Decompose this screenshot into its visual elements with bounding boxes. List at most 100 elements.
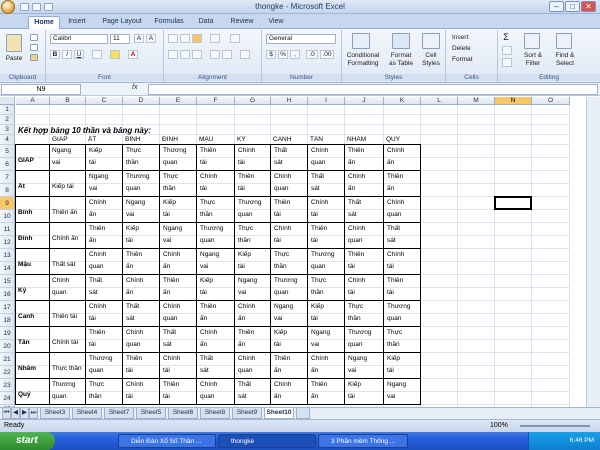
column-header[interactable]: H: [271, 97, 308, 105]
insert-cells-button[interactable]: Insert: [452, 34, 492, 41]
row-header[interactable]: 6: [0, 158, 15, 171]
increase-indent-icon[interactable]: [222, 50, 232, 59]
zoom-slider[interactable]: [520, 425, 590, 427]
tab-review[interactable]: Review: [226, 16, 258, 29]
column-header[interactable]: C: [86, 97, 123, 105]
fill-color-icon[interactable]: [110, 50, 120, 59]
row-header[interactable]: 19: [0, 327, 15, 340]
decrease-decimal-button[interactable]: .00: [320, 50, 334, 59]
column-header[interactable]: L: [421, 97, 458, 105]
sheet-tab[interactable]: Sheet3: [40, 408, 70, 419]
sheet-tab[interactable]: Sheet7: [104, 408, 134, 419]
align-left-icon[interactable]: [168, 50, 178, 59]
sheet-nav-button[interactable]: ⏭: [29, 408, 38, 419]
minimize-button[interactable]: –: [549, 1, 564, 12]
align-right-icon[interactable]: [192, 50, 202, 59]
row-header[interactable]: 12: [0, 236, 15, 249]
italic-button[interactable]: I: [62, 50, 72, 59]
formula-input[interactable]: [148, 84, 598, 95]
column-header[interactable]: E: [160, 97, 197, 105]
select-all-corner[interactable]: [0, 97, 15, 105]
column-header[interactable]: D: [123, 97, 160, 105]
number-format-select[interactable]: General: [266, 34, 336, 44]
format-as-table-label[interactable]: Format: [386, 52, 416, 59]
sheet-tab[interactable]: Sheet6: [168, 408, 198, 419]
cut-icon[interactable]: [30, 34, 38, 41]
row-header[interactable]: 14: [0, 262, 15, 275]
task-phan-mem[interactable]: 3 Phần mềm Thống ...: [318, 434, 408, 448]
row-header[interactable]: 7: [0, 171, 15, 184]
conditional-formatting-label[interactable]: Conditional: [344, 52, 382, 59]
borders-icon[interactable]: [92, 50, 102, 59]
tab-formulas[interactable]: Formulas: [150, 16, 188, 29]
row-header[interactable]: 9: [0, 197, 15, 210]
autosum-button[interactable]: Σ: [500, 33, 512, 42]
row-header[interactable]: 20: [0, 340, 15, 353]
row-header[interactable]: 11: [0, 223, 15, 236]
tab-insert[interactable]: Insert: [62, 16, 92, 29]
sheet-tab[interactable]: Sheet8: [200, 408, 230, 419]
row-header[interactable]: 22: [0, 366, 15, 379]
column-header[interactable]: M: [458, 97, 495, 105]
sheet-tab[interactable]: Sheet5: [136, 408, 166, 419]
conditional-formatting-icon[interactable]: [352, 33, 370, 49]
column-header[interactable]: F: [197, 97, 235, 105]
fx-icon[interactable]: fx: [132, 84, 137, 91]
task-thongke[interactable]: thongke: [218, 434, 316, 448]
cell-styles-icon[interactable]: [422, 33, 440, 49]
column-header[interactable]: A: [16, 97, 50, 105]
sheet-tab[interactable]: Sheet9: [232, 408, 262, 419]
row-header[interactable]: 13: [0, 249, 15, 262]
row-header[interactable]: 8: [0, 184, 15, 197]
vertical-scrollbar[interactable]: [586, 97, 600, 407]
start-button[interactable]: start: [0, 432, 55, 450]
cell-styles-label[interactable]: Cell: [418, 52, 444, 59]
currency-button[interactable]: $: [266, 50, 276, 59]
row-header[interactable]: 16: [0, 288, 15, 301]
name-box[interactable]: N9: [1, 84, 81, 95]
column-header[interactable]: J: [345, 97, 384, 105]
align-top-icon[interactable]: [168, 34, 178, 43]
merge-center-icon[interactable]: [240, 50, 250, 59]
format-painter-icon[interactable]: [30, 54, 38, 61]
zoom-level[interactable]: 100%: [490, 422, 508, 429]
column-header[interactable]: B: [50, 97, 86, 105]
row-header[interactable]: 18: [0, 314, 15, 327]
underline-button[interactable]: U: [74, 50, 84, 59]
tab-home[interactable]: Home: [28, 16, 60, 29]
sheet-tab[interactable]: Sheet10: [264, 408, 294, 419]
row-header[interactable]: 1: [0, 105, 15, 115]
delete-cells-button[interactable]: Delete: [452, 45, 492, 52]
comma-button[interactable]: ,: [290, 50, 300, 59]
align-center-icon[interactable]: [180, 50, 190, 59]
align-bottom-icon[interactable]: [192, 34, 202, 43]
font-color-button[interactable]: A: [128, 50, 138, 59]
sheet-nav-button[interactable]: ◀: [11, 408, 20, 419]
format-cells-button[interactable]: Format: [452, 56, 492, 63]
insert-sheet-icon[interactable]: [296, 408, 310, 419]
align-middle-icon[interactable]: [180, 34, 190, 43]
row-header[interactable]: 10: [0, 210, 15, 223]
tab-view[interactable]: View: [262, 16, 290, 29]
column-header[interactable]: K: [384, 97, 421, 105]
increase-decimal-button[interactable]: .0: [306, 50, 318, 59]
row-header[interactable]: 17: [0, 301, 15, 314]
grow-font-button[interactable]: A: [134, 34, 144, 43]
column-header[interactable]: O: [532, 97, 570, 105]
row-header[interactable]: 3: [0, 125, 15, 135]
paste-icon[interactable]: [6, 34, 22, 52]
row-header[interactable]: 5: [0, 145, 15, 158]
row-header[interactable]: 21: [0, 353, 15, 366]
find-select-icon[interactable]: [556, 33, 572, 49]
row-header[interactable]: 24: [0, 392, 15, 405]
column-header[interactable]: N: [495, 97, 532, 105]
row-header[interactable]: 4: [0, 135, 15, 145]
maximize-button[interactable]: □: [565, 1, 580, 12]
clear-icon[interactable]: [502, 58, 512, 67]
font-family-select[interactable]: Calibri: [50, 34, 108, 44]
column-header[interactable]: G: [235, 97, 271, 105]
row-header[interactable]: 15: [0, 275, 15, 288]
orientation-icon[interactable]: [210, 34, 220, 43]
active-cell[interactable]: [494, 196, 532, 210]
sort-filter-icon[interactable]: [524, 33, 540, 49]
